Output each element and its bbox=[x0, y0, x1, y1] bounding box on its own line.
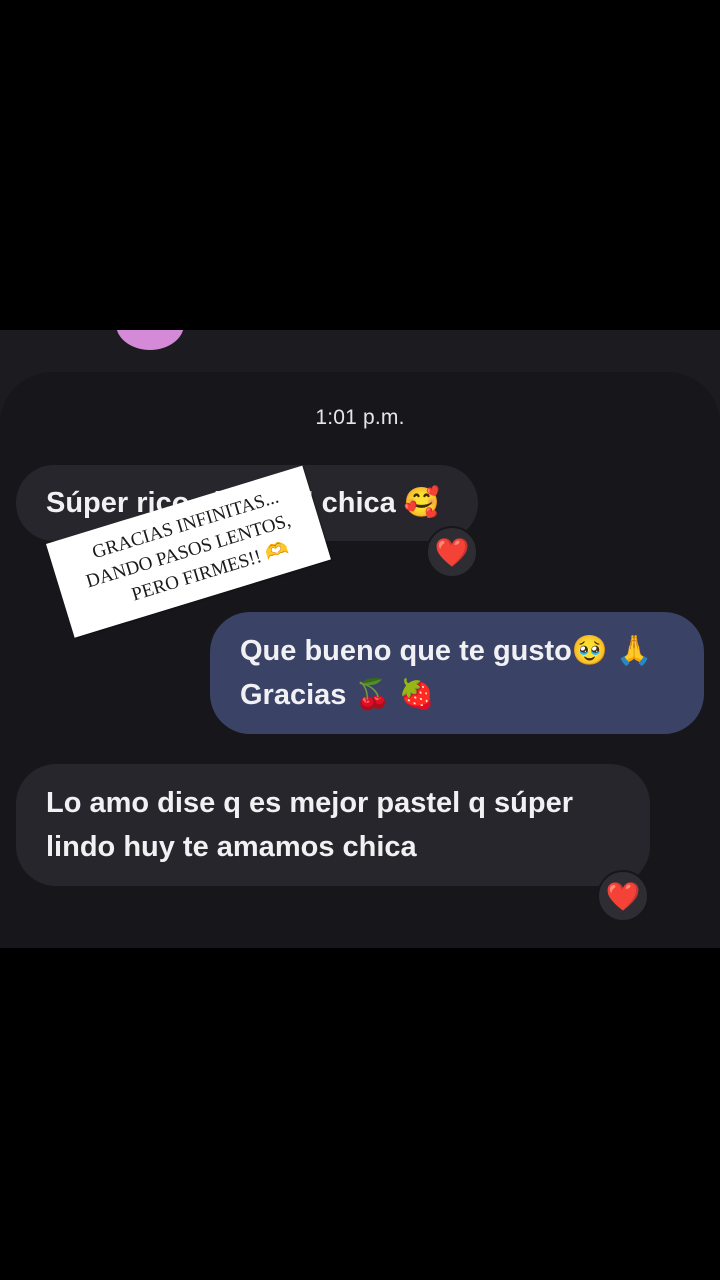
message-text: Que bueno que te gusto bbox=[240, 635, 572, 667]
message-line: Que bueno que te gusto🥹 🙏 bbox=[240, 629, 674, 673]
heart-hands-emoji-icon: 🫶 bbox=[262, 537, 292, 565]
message-line: lindo huy te amamos chica bbox=[46, 831, 417, 863]
cherry-strawberry-emoji-icon: 🍒 🍓 bbox=[354, 679, 435, 711]
teary-pray-emoji-icon: 🥹 🙏 bbox=[571, 635, 653, 667]
outgoing-message-bubble[interactable]: Que bueno que te gusto🥹 🙏 Gracias 🍒 🍓 bbox=[210, 612, 704, 734]
message-line: Gracias 🍒 🍓 bbox=[240, 673, 674, 717]
message-line: Lo amo dise q es mejor pastel q súper bbox=[46, 787, 573, 819]
smiling-hearts-emoji-icon: 🥰 bbox=[403, 487, 440, 519]
screen-root: 1:01 p.m. Súper rico el pastel chica 🥰 ❤… bbox=[0, 0, 720, 1280]
incoming-message-bubble[interactable]: Lo amo dise q es mejor pastel q súper li… bbox=[16, 764, 650, 886]
heart-reaction-icon[interactable]: ❤️ bbox=[426, 526, 478, 578]
message-timestamp: 1:01 p.m. bbox=[315, 406, 405, 429]
contact-avatar[interactable] bbox=[116, 330, 184, 350]
heart-reaction-icon[interactable]: ❤️ bbox=[597, 870, 649, 922]
message-text: Gracias bbox=[240, 679, 347, 711]
